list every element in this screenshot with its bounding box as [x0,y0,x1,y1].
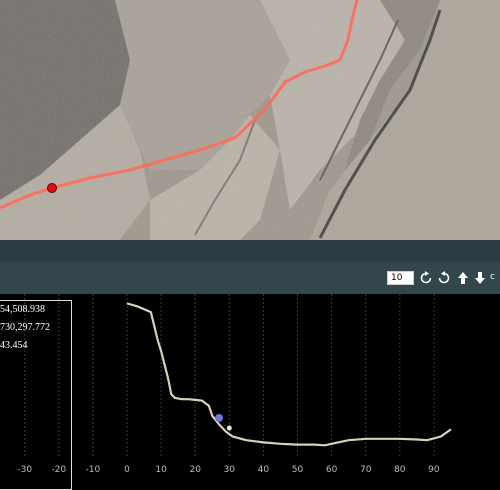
rotate-ccw-button[interactable] [436,270,452,286]
coordinate-readout: 54,508.938 730,297.772 43.454 [0,300,72,490]
coord-x: 54,508.938 [0,304,45,315]
x-tick-label: 70 [360,465,372,475]
profile-panel-header [0,240,500,262]
arrow-up-icon [458,272,468,284]
extra-tool-button[interactable]: c [490,272,495,282]
rotate-cw-icon [420,271,432,284]
x-tick-label: 40 [258,465,270,475]
x-tick-label: -10 [86,465,101,475]
rotate-cw-button[interactable] [418,270,434,286]
position-marker[interactable] [47,183,57,193]
rotate-ccw-icon [438,271,450,284]
x-tick-label: 90 [428,465,440,475]
x-tick-label: 20 [189,465,201,475]
move-up-button[interactable] [455,270,471,286]
x-tick-label: 50 [292,465,304,475]
terrain-3d-view[interactable] [0,0,500,240]
profile-point-marker [226,425,232,431]
coord-y: 730,297.772 [0,322,50,333]
profile-cursor-marker[interactable] [215,413,224,422]
arrow-down-icon [475,272,485,284]
coord-z: 43.454 [0,340,28,351]
zoom-input[interactable] [387,271,414,285]
x-tick-label: 30 [224,465,236,475]
x-tick-label: 10 [155,465,167,475]
x-tick-label: 60 [326,465,338,475]
move-down-button[interactable] [472,270,488,286]
x-tick-label: 80 [394,465,406,475]
elevation-profile-chart[interactable]: -30 -20 -10 0 10 20 30 40 50 60 70 80 90 [0,294,500,476]
x-tick-label: 0 [124,465,130,475]
